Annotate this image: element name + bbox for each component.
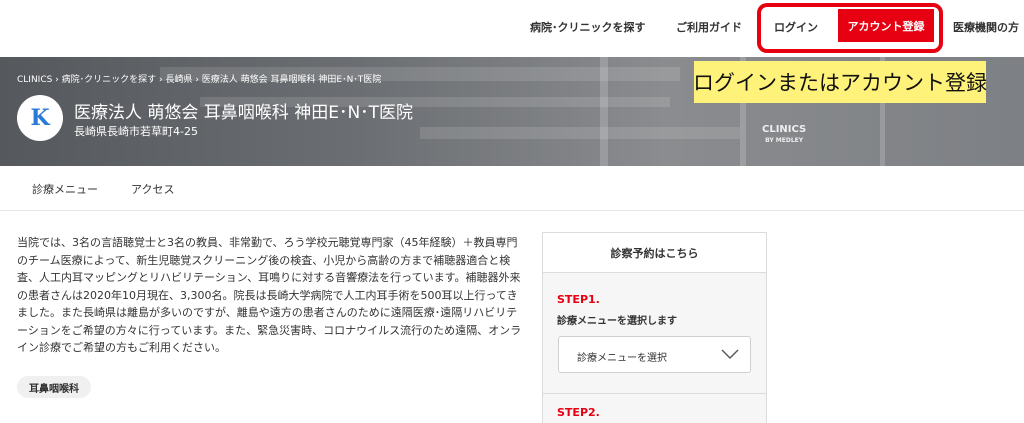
hero-shelf-decoration [420,127,740,139]
tab-access[interactable]: アクセス [131,181,174,197]
hero-wall-sign-line1: CLINICS [762,124,807,135]
step1-label: STEP1. [557,293,600,306]
nav-find-clinic-link[interactable]: 病院･クリニックを探す [530,19,646,35]
clinic-description: 当院では、3名の言語聴覚士と3名の教員、非常勤で、ろう学校元聴覚専門家（45年経… [17,236,522,354]
department-tag[interactable]: 耳鼻咽喉科 [17,376,91,398]
login-register-highlight [757,3,943,53]
nav-medical-link[interactable]: 医療機関の方 [953,19,1019,35]
booking-panel: 診察予約はこちら STEP1. 診療メニューを選択します 診療メニューを選択 S… [542,232,767,423]
step2-label: STEP2. [557,406,600,419]
menu-select-placeholder: 診療メニューを選択 [577,353,667,364]
step-divider [543,393,766,394]
hero-column-decoration [600,57,608,166]
step1-description: 診療メニューを選択します [557,316,677,327]
booking-panel-title: 診察予約はこちら [543,233,766,273]
hero-wall-sign-line2: BY MEDLEY [765,137,804,144]
clinic-logo: K [17,95,63,141]
top-navigation: 病院･クリニックを探す ご利用ガイド ログイン アカウント登録 医療機関の方 [0,0,1024,57]
chevron-down-icon [721,349,739,359]
tab-menu[interactable]: 診療メニュー [32,181,98,197]
clinic-subtabs: 診療メニュー アクセス [0,166,1024,211]
nav-guide-link[interactable]: ご利用ガイド [676,19,742,35]
clinic-address: 長崎県長崎市若草町4-25 [74,125,198,138]
clinic-name: 医療法人 萌悠会 耳鼻咽喉科 神田E･N･T医院 [74,103,414,123]
hero-wall-sign: CLINICS BY MEDLEY [762,124,806,146]
menu-select-dropdown[interactable]: 診療メニューを選択 [558,336,751,373]
login-register-callout: ログインまたはアカウント登録 [693,61,987,103]
breadcrumb[interactable]: CLINICS › 病院･クリニックを探す › 長崎県 › 医療法人 萌悠会 耳… [17,72,381,85]
clinic-logo-letter: K [30,105,50,131]
